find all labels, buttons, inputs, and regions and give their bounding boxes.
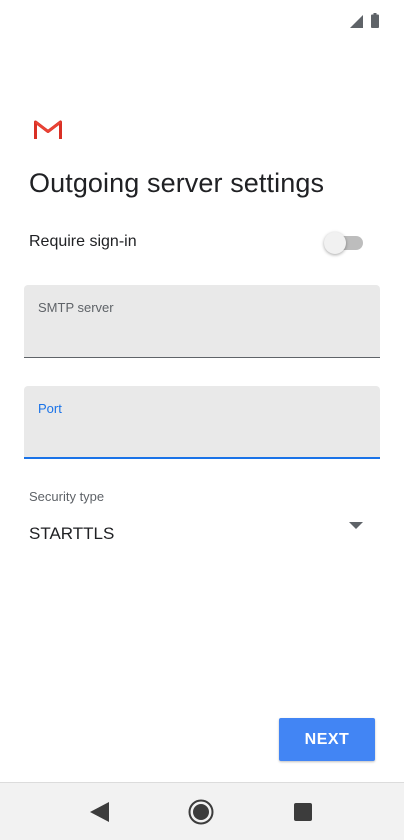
status-bar bbox=[0, 0, 404, 40]
require-signin-row: Require sign-in bbox=[29, 230, 369, 256]
screen: Outgoing server settings Require sign-in… bbox=[0, 0, 404, 840]
toggle-thumb bbox=[324, 232, 346, 254]
security-type-dropdown[interactable]: STARTTLS bbox=[29, 516, 369, 550]
security-type-label: Security type bbox=[29, 489, 105, 504]
smtp-server-input[interactable] bbox=[38, 319, 366, 345]
back-icon[interactable] bbox=[88, 800, 110, 824]
port-input[interactable] bbox=[38, 420, 366, 446]
port-label: Port bbox=[38, 401, 62, 416]
port-field[interactable]: Port bbox=[24, 386, 380, 459]
navigation-bar bbox=[0, 782, 404, 840]
smtp-server-field[interactable]: SMTP server bbox=[24, 285, 380, 358]
security-type-value: STARTTLS bbox=[29, 524, 115, 543]
battery-icon bbox=[371, 13, 379, 28]
dropdown-arrow-icon bbox=[349, 522, 363, 529]
recents-icon[interactable] bbox=[293, 802, 313, 822]
signal-icon bbox=[350, 15, 363, 28]
smtp-server-label: SMTP server bbox=[38, 300, 114, 315]
page-title: Outgoing server settings bbox=[29, 168, 325, 198]
home-icon[interactable] bbox=[188, 799, 214, 825]
gmail-logo bbox=[34, 120, 62, 140]
require-signin-label: Require sign-in bbox=[29, 233, 137, 250]
require-signin-toggle[interactable] bbox=[324, 230, 364, 256]
next-button[interactable]: NEXT bbox=[279, 718, 375, 761]
